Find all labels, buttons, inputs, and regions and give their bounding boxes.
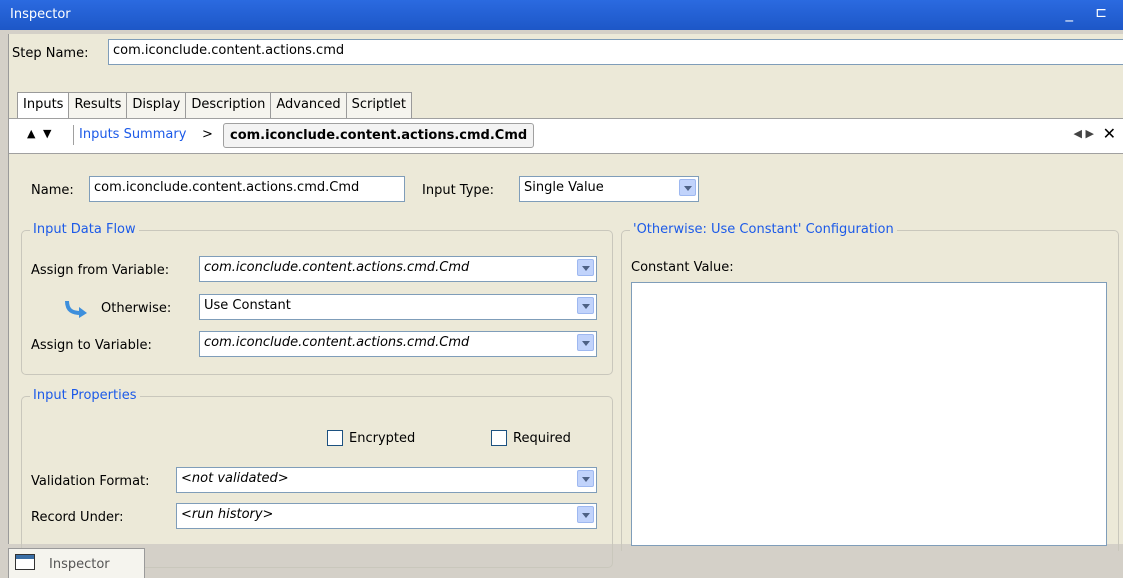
input-type-value: Single Value bbox=[524, 180, 604, 195]
chevron-down-icon[interactable] bbox=[679, 179, 696, 196]
chevron-down-icon[interactable] bbox=[577, 259, 594, 276]
record-under-select[interactable]: <run history> bbox=[176, 503, 597, 529]
encrypted-label: Encrypted bbox=[349, 431, 416, 446]
chevron-down-icon[interactable] bbox=[577, 334, 594, 351]
down-arrow-icon[interactable]: ▼ bbox=[43, 127, 51, 140]
title-bar: Inspector _ ⊏ bbox=[0, 0, 1123, 30]
constant-value-textarea[interactable] bbox=[631, 282, 1107, 546]
chevron-down-icon[interactable] bbox=[577, 506, 594, 523]
validation-format-select[interactable]: <not validated> bbox=[176, 467, 597, 493]
name-label: Name: bbox=[31, 183, 74, 198]
record-under-value: <run history> bbox=[181, 507, 274, 522]
constant-config-title: 'Otherwise: Use Constant' Configuration bbox=[630, 222, 897, 237]
chevron-down-icon[interactable] bbox=[577, 470, 594, 487]
assign-to-select[interactable]: com.iconclude.content.actions.cmd.Cmd bbox=[199, 331, 597, 357]
prev-icon[interactable]: ◀ bbox=[1074, 127, 1082, 140]
input-data-flow-title: Input Data Flow bbox=[30, 222, 139, 237]
tab-description[interactable]: Description bbox=[186, 92, 272, 118]
assign-to-label: Assign to Variable: bbox=[31, 338, 152, 353]
bottom-tab-label: Inspector bbox=[49, 557, 110, 572]
restore-button[interactable]: ⊏ bbox=[1095, 5, 1107, 21]
tab-advanced[interactable]: Advanced bbox=[271, 92, 347, 118]
name-input[interactable]: com.iconclude.content.actions.cmd.Cmd bbox=[89, 176, 405, 202]
next-icon[interactable]: ▶ bbox=[1086, 127, 1094, 140]
validation-format-label: Validation Format: bbox=[31, 474, 150, 489]
tab-scriptlet[interactable]: Scriptlet bbox=[346, 92, 412, 118]
window-title: Inspector bbox=[10, 7, 71, 22]
close-icon[interactable]: ✕ bbox=[1103, 124, 1116, 143]
tab-bar: Inputs Results Display Description Advan… bbox=[17, 92, 412, 118]
assign-from-label: Assign from Variable: bbox=[31, 263, 170, 278]
record-under-label: Record Under: bbox=[31, 510, 124, 525]
input-type-select[interactable]: Single Value bbox=[519, 176, 699, 202]
curved-arrow-icon bbox=[65, 300, 87, 318]
up-arrow-icon[interactable]: ▲ bbox=[27, 127, 35, 140]
otherwise-select[interactable]: Use Constant bbox=[199, 294, 597, 320]
input-properties-title: Input Properties bbox=[30, 388, 140, 403]
input-type-label: Input Type: bbox=[422, 183, 495, 198]
assign-to-value: com.iconclude.content.actions.cmd.Cmd bbox=[204, 335, 470, 350]
inspector-panel: Step Name: com.iconclude.content.actions… bbox=[8, 34, 1123, 568]
constant-value-label: Constant Value: bbox=[631, 260, 734, 275]
separator bbox=[73, 125, 74, 145]
inputs-summary-link[interactable]: Inputs Summary bbox=[79, 127, 186, 142]
otherwise-value: Use Constant bbox=[204, 298, 291, 313]
assign-from-value: com.iconclude.content.actions.cmd.Cmd bbox=[204, 260, 470, 275]
tab-results[interactable]: Results bbox=[69, 92, 128, 118]
required-checkbox[interactable] bbox=[491, 430, 507, 446]
required-label: Required bbox=[513, 431, 571, 446]
breadcrumb: ▲ ▼ Inputs Summary > com.iconclude.conte… bbox=[9, 118, 1123, 154]
tab-inputs[interactable]: Inputs bbox=[17, 92, 70, 118]
step-name-input[interactable]: com.iconclude.content.actions.cmd bbox=[108, 39, 1123, 65]
tab-display[interactable]: Display bbox=[127, 92, 187, 118]
otherwise-label: Otherwise: bbox=[101, 301, 172, 316]
chevron-down-icon[interactable] bbox=[577, 297, 594, 314]
minimize-button[interactable]: _ bbox=[1066, 4, 1074, 22]
encrypted-checkbox[interactable] bbox=[327, 430, 343, 446]
step-name-label: Step Name: bbox=[12, 46, 89, 61]
breadcrumb-separator: > bbox=[202, 127, 213, 142]
validation-format-value: <not validated> bbox=[181, 471, 289, 486]
window-icon bbox=[15, 554, 35, 570]
bottom-tab-inspector[interactable]: Inspector bbox=[8, 548, 145, 578]
breadcrumb-current: com.iconclude.content.actions.cmd.Cmd bbox=[223, 123, 535, 148]
assign-from-select[interactable]: com.iconclude.content.actions.cmd.Cmd bbox=[199, 256, 597, 282]
